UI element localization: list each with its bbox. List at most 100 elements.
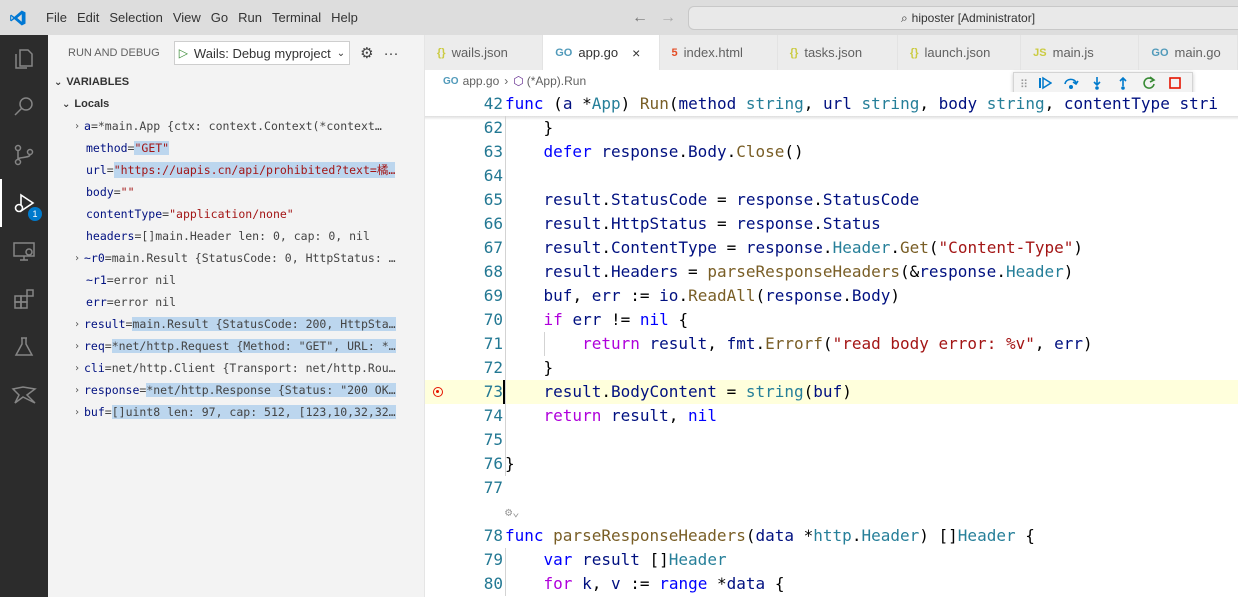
breakpoint-stopped-icon[interactable] [433,387,443,397]
back-arrow-icon[interactable]: ← [632,9,648,27]
run-and-debug-sidebar: RUN AND DEBUG ▷ Wails: Debug myproject ⌄… [48,35,425,597]
forward-arrow-icon[interactable]: → [660,9,676,27]
extensions-icon[interactable] [0,275,48,323]
variable-row[interactable]: err = error nil [48,291,425,313]
code-line: 71 return result, fmt.Errorf("read body … [425,332,1238,356]
variable-row[interactable]: › cli = net/http.Client {Transport: net/h… [48,357,425,379]
stop-icon[interactable] [1166,76,1184,93]
menu-view[interactable]: View [168,0,206,35]
line-number: 77 [483,478,503,497]
menu-file[interactable]: File [41,0,72,35]
variable-value: "GET" [134,141,170,155]
variable-row[interactable]: headers = []main.Header len: 0, cap: 0, … [48,225,425,247]
start-debugging-icon[interactable]: ▷ [179,46,188,60]
variable-row[interactable]: body = "" [48,181,425,203]
more-actions-icon[interactable]: ··· [384,45,399,62]
remote-explorer-icon[interactable] [0,227,48,275]
chevron-right-icon[interactable]: › [70,363,84,374]
source-control-icon[interactable] [0,131,48,179]
variable-row[interactable]: › buf = []uint8 len: 97, cap: 512, [123,1… [48,401,425,423]
variable-row[interactable]: url = "https://uapis.cn/api/prohibited?t… [48,159,425,181]
tab-app-go[interactable]: GO app.go × [543,35,660,70]
variable-row[interactable]: › a = *main.App {ctx: context.Context(*co… [48,115,425,137]
step-into-icon[interactable] [1088,76,1106,93]
menu-run[interactable]: Run [233,0,267,35]
variable-name: contentType [86,207,163,221]
current-execution-line: 73 result.BodyContent = string(buf) [425,380,1238,404]
variable-row[interactable]: ~r1 = error nil [48,269,425,291]
step-out-icon[interactable] [1114,76,1132,93]
variable-row[interactable]: contentType = "application/none" [48,203,425,225]
wails-codelens-icon[interactable]: ⚙⌄ [505,500,519,524]
equals-sign: = [90,119,98,133]
menu-help[interactable]: Help [326,0,363,35]
chevron-right-icon[interactable]: › [70,253,84,264]
breadcrumb-symbol[interactable]: (*App).Run [527,74,586,88]
menu-terminal[interactable]: Terminal [267,0,326,35]
tab-label: index.html [683,45,743,60]
drag-handle-icon[interactable]: ⠿ [1020,78,1028,91]
close-icon[interactable]: × [632,45,640,61]
chevron-right-icon[interactable]: › [70,319,84,330]
tab-index-html[interactable]: 5 index.html [659,35,778,70]
run-debug-icon[interactable]: 1 [0,179,48,227]
search-icon[interactable] [0,83,48,131]
testing-icon[interactable] [0,323,48,371]
variable-name: ~r0 [84,251,105,265]
tab-launch-json[interactable]: {} launch.json [897,35,1022,70]
code-line: 79 var result []Header [425,548,1238,572]
chevron-right-icon[interactable]: › [70,385,84,396]
tab-wails-json[interactable]: {} wails.json [425,35,544,70]
variable-value: "https://uapis.cn/api/prohibited?text=橘… [113,162,396,178]
variable-value: error nil [113,273,177,287]
explorer-icon[interactable] [0,35,48,83]
menu-edit[interactable]: Edit [72,0,104,35]
gear-icon[interactable]: ⚙ [360,44,373,62]
tab-main-js[interactable]: JS main.js [1021,35,1140,70]
debug-config-dropdown[interactable]: ▷ Wails: Debug myproject ⌄ [173,41,351,65]
chevron-right-icon[interactable]: › [70,121,84,132]
variable-name: err [86,295,107,309]
menu-selection[interactable]: Selection [104,0,167,35]
code-text: for k, v := range *data { [543,574,785,593]
variable-row[interactable]: › result = main.Result {StatusCode: 200, … [48,313,425,335]
equals-sign: = [162,207,170,221]
variables-title: VARIABLES [66,76,130,88]
wails-icon[interactable] [0,371,48,419]
variable-row[interactable]: › response = *net/http.Response {Status: … [48,379,425,401]
menu-go[interactable]: Go [206,0,233,35]
code-line: 63 defer response.Body.Close() [425,140,1238,164]
restart-icon[interactable] [1140,75,1158,93]
json-file-icon: {} [437,46,446,59]
chevron-right-icon[interactable]: › [70,407,84,418]
variable-row[interactable]: › ~r0 = main.Result {StatusCode: 0, HttpS… [48,247,425,269]
step-over-icon[interactable] [1062,76,1080,93]
command-center-label: hiposter [Administrator] [911,11,1036,25]
variables-list: › a = *main.App {ctx: context.Context(*co… [48,115,424,423]
tab-tasks-json[interactable]: {} tasks.json [777,35,898,70]
variable-value: "application/none" [169,207,294,221]
vscode-logo-icon [0,0,35,35]
locals-title: Locals [74,98,110,110]
breadcrumb-file[interactable]: app.go [463,74,500,88]
tab-label: main.go [1174,45,1221,60]
line-number: 42 [483,94,503,113]
variable-row[interactable]: method = "GET" [48,137,425,159]
code-text: } [505,454,515,473]
variables-section-header[interactable]: ⌄ VARIABLES [48,71,424,93]
tab-main-go[interactable]: GO main.go [1139,35,1238,70]
debug-badge: 1 [28,207,42,221]
code-editor[interactable]: 42 func (a *App) Run(method string, url s… [425,92,1238,597]
js-file-icon: JS [1033,46,1047,59]
tab-label: main.js [1052,45,1094,60]
locals-group-header[interactable]: ⌄ Locals [48,93,424,115]
code-text: return result, nil [543,406,717,425]
chevron-right-icon[interactable]: › [70,341,84,352]
code-line: 72 } [425,356,1238,380]
sidebar-title: RUN AND DEBUG [68,47,160,59]
json-file-icon: {} [789,46,799,59]
line-number: 65 [483,190,503,209]
variable-row[interactable]: › req = *net/http.Request {Method: "GET",… [48,335,425,357]
command-center-search[interactable]: ⌕ hiposter [Administrator] [688,6,1238,30]
continue-icon[interactable] [1036,76,1054,93]
